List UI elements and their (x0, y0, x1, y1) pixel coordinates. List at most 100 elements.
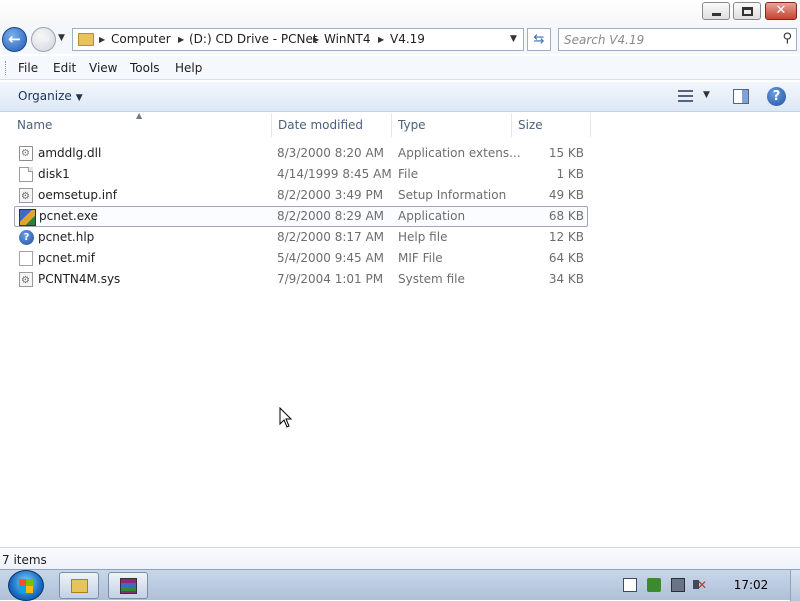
folder-icon (78, 33, 94, 46)
recent-pages-dropdown[interactable]: ▼ (58, 33, 65, 43)
setup-info-icon (19, 188, 33, 203)
menu-edit[interactable]: Edit (53, 56, 76, 80)
file-date: 7/9/2004 1:01 PM (277, 272, 384, 286)
file-size: 68 KB (548, 209, 584, 223)
mouse-cursor-icon (279, 407, 293, 428)
column-type[interactable]: Type (393, 113, 512, 137)
volume-muted-icon[interactable]: ✕ (693, 578, 709, 592)
column-name[interactable]: Name (12, 113, 272, 137)
breadcrumb-separator[interactable]: ▶ (99, 29, 105, 50)
close-icon: ✕ (775, 3, 787, 18)
application-icon (19, 209, 36, 226)
search-icon[interactable]: ⚲ (782, 31, 792, 46)
file-type: System file (398, 272, 465, 286)
file-type: File (398, 167, 419, 181)
command-bar: Organize ▼ ▼ ? (0, 82, 800, 112)
address-dropdown[interactable]: ▼ (510, 29, 517, 50)
column-date-modified[interactable]: Date modified (273, 113, 392, 137)
file-name: oemsetup.inf (38, 188, 117, 202)
close-button[interactable]: ✕ (765, 2, 797, 20)
refresh-button[interactable]: ⇆ (527, 28, 551, 51)
file-type: Application extens... (398, 146, 521, 160)
file-name: pcnet.mif (38, 251, 95, 265)
action-center-icon[interactable] (623, 578, 637, 592)
file-date: 8/3/2000 8:20 AM (277, 146, 385, 160)
start-button[interactable] (8, 570, 44, 601)
file-name: PCNTN4M.sys (38, 272, 121, 286)
file-row-selected[interactable]: pcnet.exe 8/2/2000 8:29 AM Application 6… (14, 206, 588, 227)
file-type: MIF File (398, 251, 443, 265)
menu-help[interactable]: Help (175, 56, 202, 80)
organize-button[interactable]: Organize ▼ (18, 82, 83, 110)
refresh-icon: ⇆ (533, 32, 545, 47)
breadcrumb-separator[interactable]: ▶ (178, 29, 184, 50)
arrow-right-icon: → (37, 30, 50, 48)
maximize-button[interactable] (733, 2, 761, 20)
column-size[interactable]: Size (513, 113, 591, 137)
file-type: Setup Information (398, 188, 507, 202)
breadcrumb-separator[interactable]: ▶ (313, 29, 319, 50)
file-size: 12 KB (548, 230, 584, 244)
file-date: 8/2/2000 3:49 PM (277, 188, 384, 202)
show-desktop-button[interactable] (790, 570, 800, 601)
organize-label: Organize (18, 89, 72, 103)
dll-icon (19, 146, 33, 161)
search-box: ⚲ (558, 28, 797, 51)
file-row[interactable]: pcnet.mif 5/4/2000 9:45 AM MIF File 64 K… (14, 248, 588, 269)
clock[interactable]: 17:02 (720, 570, 782, 601)
menu-tools[interactable]: Tools (130, 56, 160, 80)
system-file-icon (19, 272, 33, 287)
preview-pane-icon[interactable] (733, 89, 749, 104)
file-date: 5/4/2000 9:45 AM (277, 251, 385, 265)
file-date: 8/2/2000 8:17 AM (277, 230, 385, 244)
file-row[interactable]: disk1 4/14/1999 8:45 AM File 1 KB (14, 164, 588, 185)
file-row[interactable]: PCNTN4M.sys 7/9/2004 1:01 PM System file… (14, 269, 588, 290)
winrar-icon (120, 578, 137, 594)
breadcrumb-separator[interactable]: ▶ (378, 29, 384, 50)
file-name: pcnet.hlp (38, 230, 95, 244)
file-size: 64 KB (548, 251, 584, 265)
taskbar-winrar-button[interactable] (108, 572, 148, 599)
menu-view[interactable]: View (89, 56, 117, 80)
maximize-icon (742, 7, 753, 16)
file-size: 49 KB (548, 188, 584, 202)
back-button[interactable]: ← (2, 27, 27, 52)
file-row[interactable]: ? pcnet.hlp 8/2/2000 8:17 AM Help file 1… (14, 227, 588, 248)
chevron-down-icon: ▼ (75, 93, 83, 103)
network-icon[interactable] (671, 578, 685, 592)
search-input[interactable] (564, 31, 769, 48)
file-icon (19, 251, 33, 266)
address-bar[interactable]: ▶ Computer ▶ (D:) CD Drive - PCNet ▶ Win… (72, 28, 524, 51)
taskbar-explorer-button[interactable] (59, 572, 99, 599)
address-row: ← → ▼ ▶ Computer ▶ (D:) CD Drive - PCNet… (0, 24, 800, 54)
file-name: pcnet.exe (39, 209, 99, 223)
minimize-button[interactable] (702, 2, 730, 20)
file-row[interactable]: amddlg.dll 8/3/2000 8:20 AM Application … (14, 143, 588, 164)
views-icon[interactable] (678, 90, 693, 102)
file-date: 8/2/2000 8:29 AM (277, 209, 385, 223)
help-file-icon: ? (19, 230, 34, 245)
title-bar: ✕ (0, 0, 800, 26)
menu-file[interactable]: File (18, 56, 38, 80)
breadcrumb-winnt4[interactable]: WinNT4 (324, 29, 370, 50)
breadcrumb-computer[interactable]: Computer (111, 29, 171, 50)
views-dropdown-icon[interactable]: ▼ (703, 90, 710, 100)
file-type: Application (398, 209, 466, 223)
help-icon[interactable]: ? (767, 87, 786, 106)
file-size: 1 KB (556, 167, 584, 181)
file-type: Help file (398, 230, 448, 244)
file-name: disk1 (38, 167, 70, 181)
minimize-icon (712, 13, 721, 16)
forward-button[interactable]: → (31, 27, 56, 52)
breadcrumb-cd-drive[interactable]: (D:) CD Drive - PCNet (189, 29, 318, 50)
status-bar: 7 items (0, 547, 800, 569)
arrow-left-icon: ← (8, 30, 21, 48)
column-headers: ▲ Name Date modified Type Size (0, 111, 800, 137)
breadcrumb-v419[interactable]: V4.19 (390, 29, 425, 50)
taskbar: ✕ 17:02 (0, 569, 800, 601)
file-row[interactable]: oemsetup.inf 8/2/2000 3:49 PM Setup Info… (14, 185, 588, 206)
file-name: amddlg.dll (38, 146, 102, 160)
item-count: 7 items (2, 553, 47, 567)
security-icon[interactable] (647, 578, 661, 592)
file-size: 15 KB (548, 146, 584, 160)
